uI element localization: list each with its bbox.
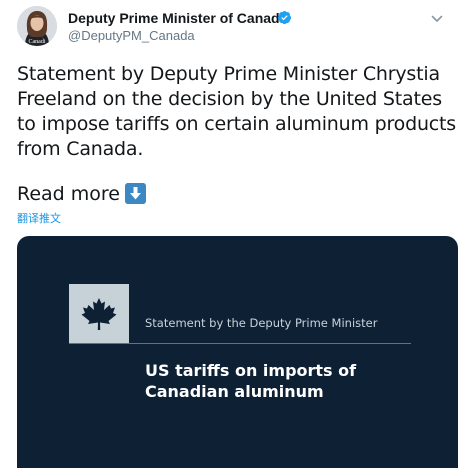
card-headline-line-2: Canadian aluminum [145,382,324,401]
avatar-caption: Canadi [28,39,46,45]
down-arrow-icon [125,183,146,204]
verified-badge-icon [277,10,292,25]
translate-tweet-link[interactable]: 翻译推文 [17,210,61,226]
maple-leaf-box [69,284,129,344]
card-headline-line-1: US tariffs on imports of [145,361,357,380]
card-divider [69,343,411,344]
link-card[interactable]: Statement by the Deputy Prime Minister U… [17,236,458,468]
read-more-link[interactable]: Read more [17,183,120,205]
display-name[interactable]: Deputy Prime Minister of Canada [68,10,287,26]
avatar[interactable]: Canadi [17,6,57,46]
tweet-text: Statement by Deputy Prime Minister Chrys… [17,63,456,160]
handle[interactable]: @DeputyPM_Canada [68,28,195,43]
chevron-down-icon[interactable] [430,12,444,26]
maple-leaf-icon [81,298,117,330]
card-kicker: Statement by the Deputy Prime Minister [145,316,378,330]
card-headline: US tariffs on imports of Canadian alumin… [145,360,356,402]
